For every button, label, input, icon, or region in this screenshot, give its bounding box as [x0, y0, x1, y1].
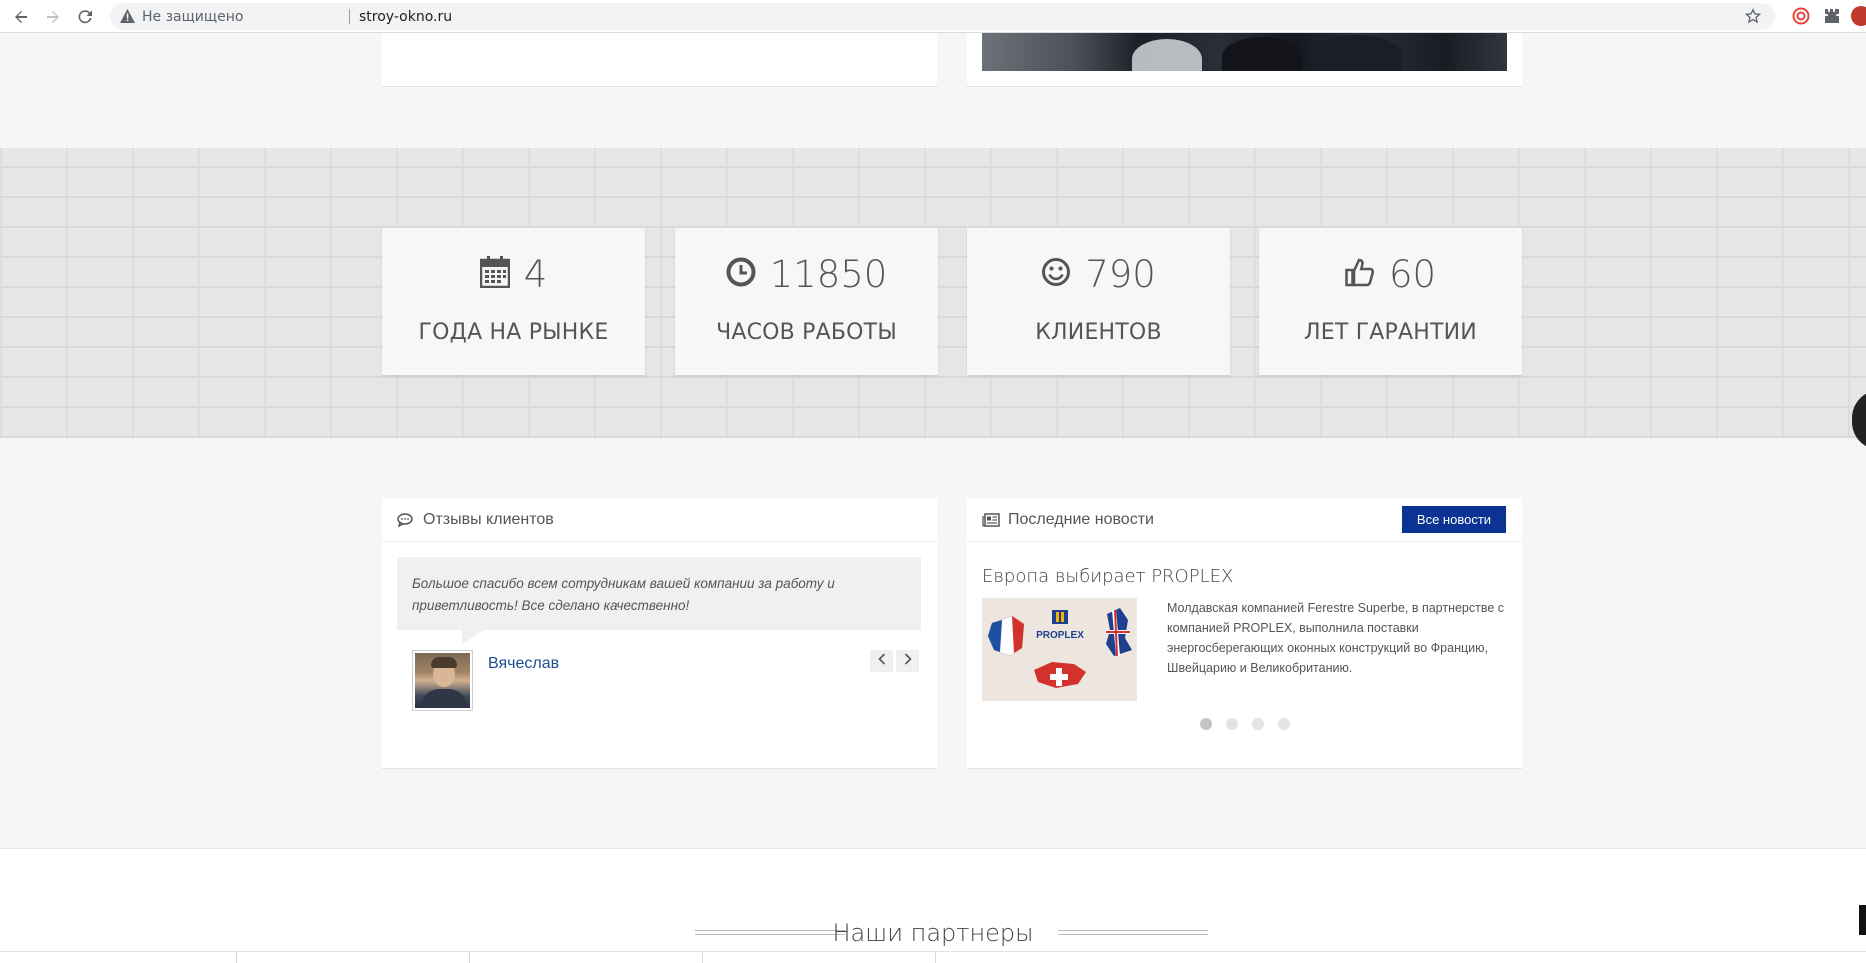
- review-next-button[interactable]: [896, 650, 919, 672]
- carousel-dot-4[interactable]: [1277, 718, 1290, 730]
- profile-avatar[interactable]: [1850, 5, 1866, 27]
- omnibox-separator: [349, 9, 350, 24]
- stat-card-years: 4 ГОДА НА РЫНКЕ: [382, 228, 645, 375]
- extensions-puzzle-icon[interactable]: [1821, 5, 1843, 27]
- news-image[interactable]: PROPLEX: [982, 598, 1137, 701]
- side-tab[interactable]: [1859, 905, 1866, 935]
- all-news-button[interactable]: Все новости: [1402, 506, 1506, 533]
- news-headline-link[interactable]: Европа выбирает PROPLEX: [982, 566, 1233, 587]
- smile-icon: [1041, 257, 1071, 292]
- newspaper-icon: [982, 513, 1000, 532]
- news-carousel-dots: [967, 718, 1522, 730]
- arrow-right-icon: [47, 11, 59, 23]
- reviews-header: Отзывы клиентов: [382, 498, 937, 542]
- stat-value: 790: [1085, 252, 1156, 296]
- news-image-brand: PROPLEX: [1036, 630, 1084, 641]
- stat-value: 11850: [769, 252, 888, 296]
- news-body: Молдавская компанией Ferestre Superbe, в…: [1167, 601, 1505, 675]
- team-photo: [982, 33, 1507, 71]
- stat-label: ЛЕТ ГАРАНТИИ: [1304, 320, 1477, 345]
- browser-toolbar: Не защищено stroy-okno.ru: [0, 0, 1866, 33]
- arrow-left-icon: [15, 11, 27, 23]
- bookmark-star-icon[interactable]: [1744, 8, 1762, 29]
- stat-label: КЛИЕНТОВ: [1035, 320, 1162, 345]
- security-label: Не защищено: [142, 9, 244, 25]
- partners-title: Наши партнеры: [832, 919, 1034, 947]
- address-bar[interactable]: Не защищено stroy-okno.ru: [110, 3, 1775, 30]
- carousel-dot-3[interactable]: [1251, 718, 1264, 730]
- reload-icon: [78, 10, 92, 24]
- news-title: Последние новости: [1008, 511, 1154, 528]
- news-header: Последние новости Все новости: [967, 498, 1522, 542]
- carousel-dot-1[interactable]: [1199, 718, 1212, 730]
- stat-label: ЧАСОВ РАБОТЫ: [716, 320, 897, 345]
- review-prev-button[interactable]: [870, 650, 893, 672]
- back-button[interactable]: [8, 4, 34, 30]
- top-card-left: [382, 33, 937, 87]
- quote-tail: [462, 630, 484, 644]
- forward-button[interactable]: [40, 4, 66, 30]
- stat-card-warranty: 60 ЛЕТ ГАРАНТИИ: [1259, 228, 1522, 375]
- chevron-left-icon: [877, 652, 886, 670]
- calendar-icon: [479, 255, 510, 293]
- stat-label: ГОДА НА РЫНКЕ: [418, 320, 609, 345]
- url-text[interactable]: stroy-okno.ru: [359, 9, 452, 25]
- stat-card-clients: 790 КЛИЕНТОВ: [967, 228, 1230, 375]
- reviews-panel: Отзывы клиентов Большое спасибо всем сот…: [382, 498, 937, 769]
- review-author-link[interactable]: Вячеслав: [488, 655, 559, 673]
- stat-value: 60: [1388, 252, 1437, 296]
- stat-card-hours: 11850 ЧАСОВ РАБОТЫ: [675, 228, 938, 375]
- avatar: [412, 650, 473, 711]
- top-card-right: [967, 33, 1522, 87]
- reload-button[interactable]: [72, 4, 98, 30]
- partner-divider: [236, 952, 237, 963]
- reviews-title: Отзывы клиентов: [423, 511, 554, 528]
- carousel-dot-2[interactable]: [1225, 718, 1238, 730]
- review-quote: Большое спасибо всем сотрудникам вашей к…: [397, 557, 921, 630]
- comment-icon: [397, 513, 413, 532]
- clock-icon: [726, 257, 756, 292]
- partner-divider: [702, 952, 703, 963]
- extension-target-icon[interactable]: [1790, 5, 1812, 27]
- stat-value: 4: [523, 252, 548, 296]
- partner-divider: [469, 952, 470, 963]
- warning-icon: [120, 9, 135, 28]
- thumbs-up-icon: [1345, 257, 1375, 292]
- partners-strip: [0, 951, 1866, 963]
- chevron-right-icon: [904, 652, 912, 670]
- partner-divider: [935, 952, 936, 963]
- news-panel: Последние новости Все новости Европа выб…: [967, 498, 1522, 769]
